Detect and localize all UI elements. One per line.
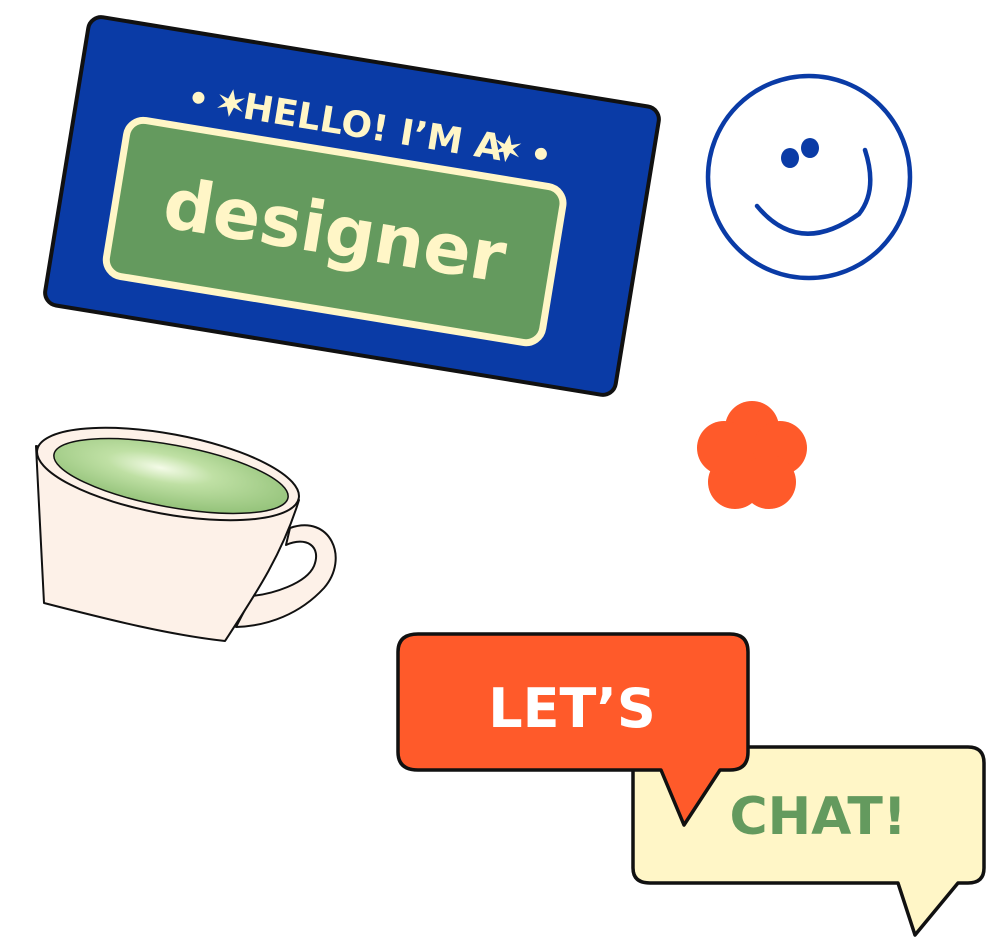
sticker-canvas: HELLO! I’M A designer CHAT! LET’S xyxy=(35,15,986,937)
lets-bubble: LET’S xyxy=(396,632,750,827)
matcha-cup-icon xyxy=(35,426,337,642)
smiley-face-icon xyxy=(705,73,913,281)
flower-icon xyxy=(697,401,807,509)
chat-bubble-text: CHAT! xyxy=(729,787,906,847)
name-badge: HELLO! I’M A designer xyxy=(43,15,661,397)
lets-bubble-text: LET’S xyxy=(488,677,656,740)
sticker-sheet: HELLO! I’M A designer CHAT! LET’S xyxy=(0,0,987,939)
